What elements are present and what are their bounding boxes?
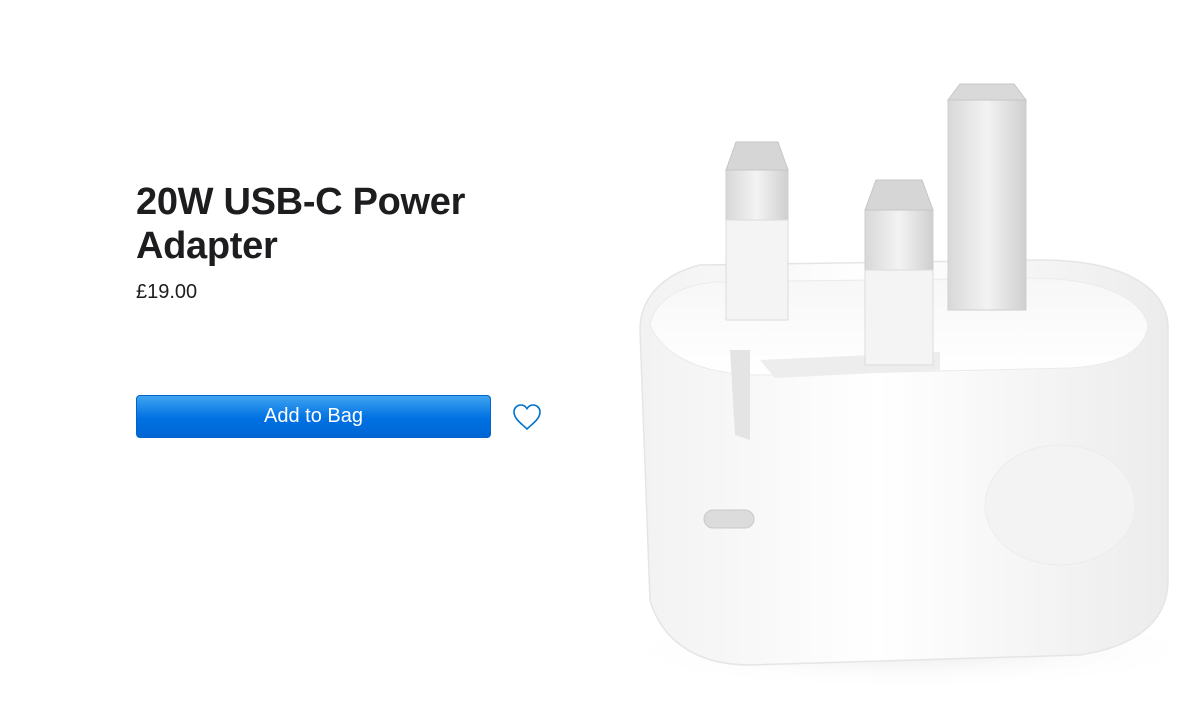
heart-outline-icon [513,403,541,430]
product-info: 20W USB-C Power Adapter £19.00 [136,180,556,304]
purchase-row: Add to Bag [136,395,545,438]
product-title-line2: Adapter [136,225,278,267]
favorite-heart-icon[interactable] [509,399,545,435]
power-adapter-illustration [610,83,1200,690]
middle-pin [864,179,934,366]
earth-pin [947,83,1027,311]
product-title-line1: 20W USB-C Power [136,181,466,223]
left-pin [725,141,789,321]
product-title: 20W USB-C Power Adapter [136,180,556,268]
add-to-bag-button[interactable]: Add to Bag [136,395,491,438]
side-indentation [984,444,1136,566]
usb-c-port [703,509,755,529]
power-adapter-image [600,60,1200,710]
product-price: £19.00 [136,281,198,303]
